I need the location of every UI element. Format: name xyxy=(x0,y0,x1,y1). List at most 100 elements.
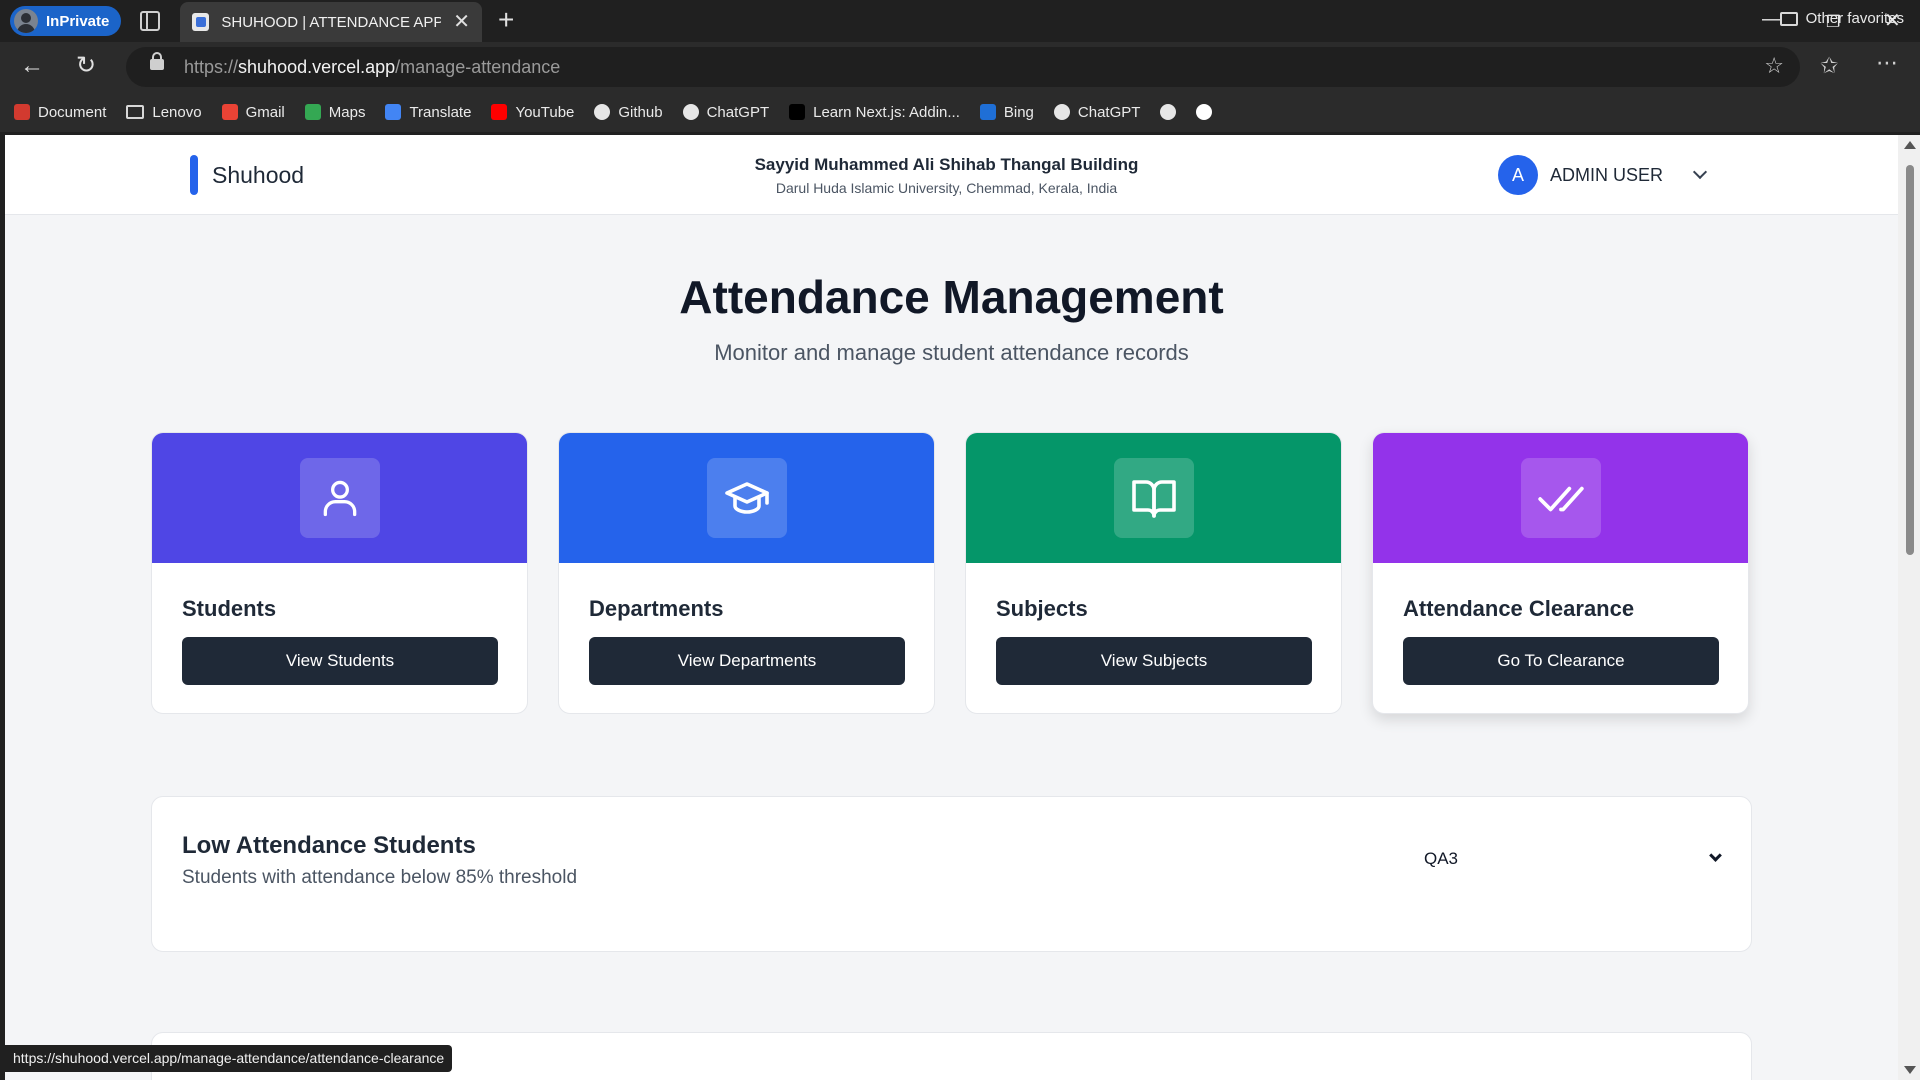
bookmark-label: Lenovo xyxy=(152,103,202,121)
go-to-clearance-button[interactable]: Go To Clearance xyxy=(1403,637,1719,685)
low-attendance-panel: Low Attendance Students Students with at… xyxy=(151,796,1752,952)
card-label: Attendance Clearance xyxy=(1403,596,1635,621)
low-attendance-subtitle: Students with attendance below 85% thres… xyxy=(182,867,578,888)
bookmark-item[interactable]: ChatGPT xyxy=(682,103,770,121)
class-select-value: QA3 xyxy=(1424,849,1459,868)
bookmark-label: Github xyxy=(618,103,663,121)
maps-icon xyxy=(304,104,321,120)
bookmark-label: Gmail xyxy=(245,103,285,121)
browser-navbar: ← ↻ https://shuhood.vercel.app/manage-at… xyxy=(0,42,1920,92)
bookmark-item[interactable]: Lenovo xyxy=(126,103,202,121)
nextjs-icon xyxy=(789,104,806,120)
bookmark-label: Translate xyxy=(409,103,472,121)
card-students: Students View Students xyxy=(151,432,528,714)
chevron-down-icon xyxy=(1692,164,1708,180)
vercel-icon xyxy=(1196,104,1213,120)
bing-icon xyxy=(979,104,996,120)
bookmark-item[interactable] xyxy=(1160,104,1177,120)
user-icon xyxy=(299,458,380,538)
view-subjects-button[interactable]: View Subjects xyxy=(996,637,1312,685)
github-icon xyxy=(1160,104,1177,120)
tab-title: SHUHOOD | ATTENDANCE APPLIC xyxy=(221,13,442,31)
url-scheme: https:// xyxy=(184,56,239,77)
favorite-star-icon[interactable]: ☆ xyxy=(1764,53,1784,79)
document-icon xyxy=(14,104,30,120)
card-header xyxy=(559,433,934,563)
bookmark-item[interactable]: Gmail xyxy=(221,103,285,121)
lock-icon[interactable] xyxy=(150,52,164,70)
user-menu[interactable]: A ADMIN USER xyxy=(1498,155,1708,195)
chatgpt-icon xyxy=(682,104,699,120)
page-subtitle: Monitor and manage student attendance re… xyxy=(714,340,1189,365)
page-title: Attendance Management xyxy=(679,271,1224,323)
scroll-down-icon[interactable] xyxy=(1904,1066,1916,1074)
bookmark-label: ChatGPT xyxy=(1077,103,1141,121)
url-host: shuhood.vercel.app xyxy=(238,56,396,77)
view-students-button[interactable]: View Students xyxy=(182,637,498,685)
low-attendance-title: Low Attendance Students xyxy=(182,832,476,859)
chevron-down-icon xyxy=(1709,849,1722,862)
browser-titlebar: InPrivate SHUHOOD | ATTENDANCE APPLIC ✕ … xyxy=(0,0,1920,42)
translate-icon xyxy=(385,104,402,120)
more-options-icon[interactable]: ⋯ xyxy=(1876,50,1899,76)
card-label: Departments xyxy=(589,596,724,621)
youtube-icon xyxy=(491,104,508,120)
card-departments: Departments View Departments xyxy=(558,432,935,714)
scroll-up-icon[interactable] xyxy=(1904,141,1916,149)
bookmark-item[interactable]: YouTube xyxy=(491,104,574,121)
folder-icon xyxy=(126,105,145,119)
card-header xyxy=(1373,433,1748,563)
url-path: /manage-attendance xyxy=(395,56,561,77)
bookmark-item[interactable] xyxy=(1196,104,1213,120)
active-tab[interactable]: SHUHOOD | ATTENDANCE APPLIC ✕ xyxy=(180,2,482,42)
back-icon[interactable]: ← xyxy=(20,52,44,80)
new-tab-icon[interactable]: + xyxy=(498,6,514,34)
bookmark-item[interactable]: Github xyxy=(594,103,663,121)
bookmark-item[interactable]: Maps xyxy=(304,103,366,121)
profile-avatar-icon xyxy=(14,9,38,33)
bookmark-item[interactable]: Bing xyxy=(979,103,1034,121)
graduation-cap-icon xyxy=(706,458,787,538)
bookmark-label: Maps xyxy=(328,103,366,121)
inprivate-badge[interactable]: InPrivate xyxy=(10,6,122,36)
page-viewport: Shuhood Sayyid Muhammed Ali Shihab Thang… xyxy=(5,135,1898,1080)
bookmark-label: Learn Next.js: Addin... xyxy=(813,103,960,121)
status-url-tooltip: https://shuhood.vercel.app/manage-attend… xyxy=(5,1045,453,1072)
avatar: A xyxy=(1498,155,1538,195)
other-favorites[interactable]: Other favorites xyxy=(1779,10,1904,27)
bookmark-item[interactable]: Document xyxy=(14,104,106,121)
page-scrollbar[interactable] xyxy=(1898,135,1920,1080)
reload-icon[interactable]: ↻ xyxy=(76,51,96,80)
card-label: Subjects xyxy=(996,596,1088,621)
address-bar[interactable]: https://shuhood.vercel.app/manage-attend… xyxy=(126,47,1800,87)
other-favorites-label: Other favorites xyxy=(1805,10,1904,27)
chatgpt-icon xyxy=(1053,104,1070,120)
github-icon xyxy=(594,104,611,120)
view-departments-button[interactable]: View Departments xyxy=(589,637,905,685)
card-attendance-clearance: Attendance Clearance Go To Clearance xyxy=(1372,432,1749,714)
tab-close-icon[interactable]: ✕ xyxy=(453,12,470,32)
user-name: ADMIN USER xyxy=(1550,164,1664,185)
bookmark-label: ChatGPT xyxy=(706,103,770,121)
bookmark-label: Bing xyxy=(1003,103,1034,121)
book-open-icon xyxy=(1113,458,1194,538)
class-select[interactable]: QA3 xyxy=(1412,837,1732,881)
bookmark-item[interactable]: Learn Next.js: Addin... xyxy=(789,104,960,121)
bookmark-item[interactable]: Translate xyxy=(385,104,471,121)
card-header xyxy=(152,433,527,563)
card-label: Students xyxy=(182,596,277,621)
bookmark-label: YouTube xyxy=(515,103,575,121)
tab-favicon-icon xyxy=(192,13,210,31)
app-header: Shuhood Sayyid Muhammed Ali Shihab Thang… xyxy=(5,135,1898,215)
scroll-thumb[interactable] xyxy=(1906,165,1914,555)
tab-actions-icon[interactable] xyxy=(140,11,160,31)
folder-icon xyxy=(1779,11,1798,26)
favorites-icon[interactable]: ✩ xyxy=(1820,53,1838,79)
inprivate-label: InPrivate xyxy=(46,12,110,30)
double-check-icon xyxy=(1520,458,1601,538)
card-header xyxy=(966,433,1341,563)
bookmark-item[interactable]: ChatGPT xyxy=(1053,103,1141,121)
bookmark-label: Document xyxy=(38,103,107,121)
gmail-icon xyxy=(221,104,238,120)
bookmarks-bar: Document Lenovo Gmail Maps Translate YouTube G… xyxy=(0,92,1920,132)
